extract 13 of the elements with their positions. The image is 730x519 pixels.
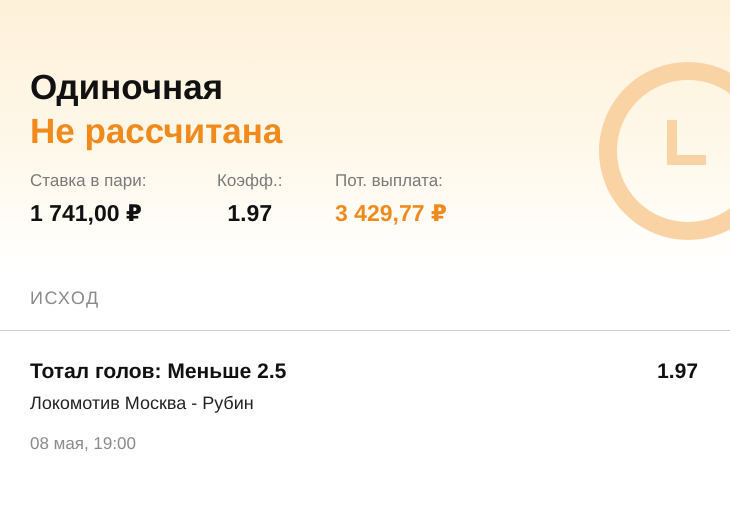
stat-value: 1 741,00 ₽	[30, 199, 142, 228]
stat-label: Ставка в пари:	[30, 170, 146, 192]
event-name: Локомотив Москва - Рубин	[29, 392, 255, 415]
market-name: Тотал голов: Меньше 2.5	[30, 359, 286, 385]
section-title: ИСХОД	[29, 287, 101, 310]
event-date: 08 мая, 19:00	[29, 433, 137, 455]
stat-label: Пот. выплата:	[335, 170, 443, 192]
odds-value: 1.97	[657, 359, 698, 385]
stat-value: 1.97	[227, 199, 272, 228]
bet-type-title: Одиночная	[30, 67, 224, 109]
stat-value: 3 429,77 ₽	[335, 199, 447, 228]
stat-label: Коэфф.:	[217, 170, 282, 192]
bet-status: Не рассчитана	[30, 111, 284, 153]
